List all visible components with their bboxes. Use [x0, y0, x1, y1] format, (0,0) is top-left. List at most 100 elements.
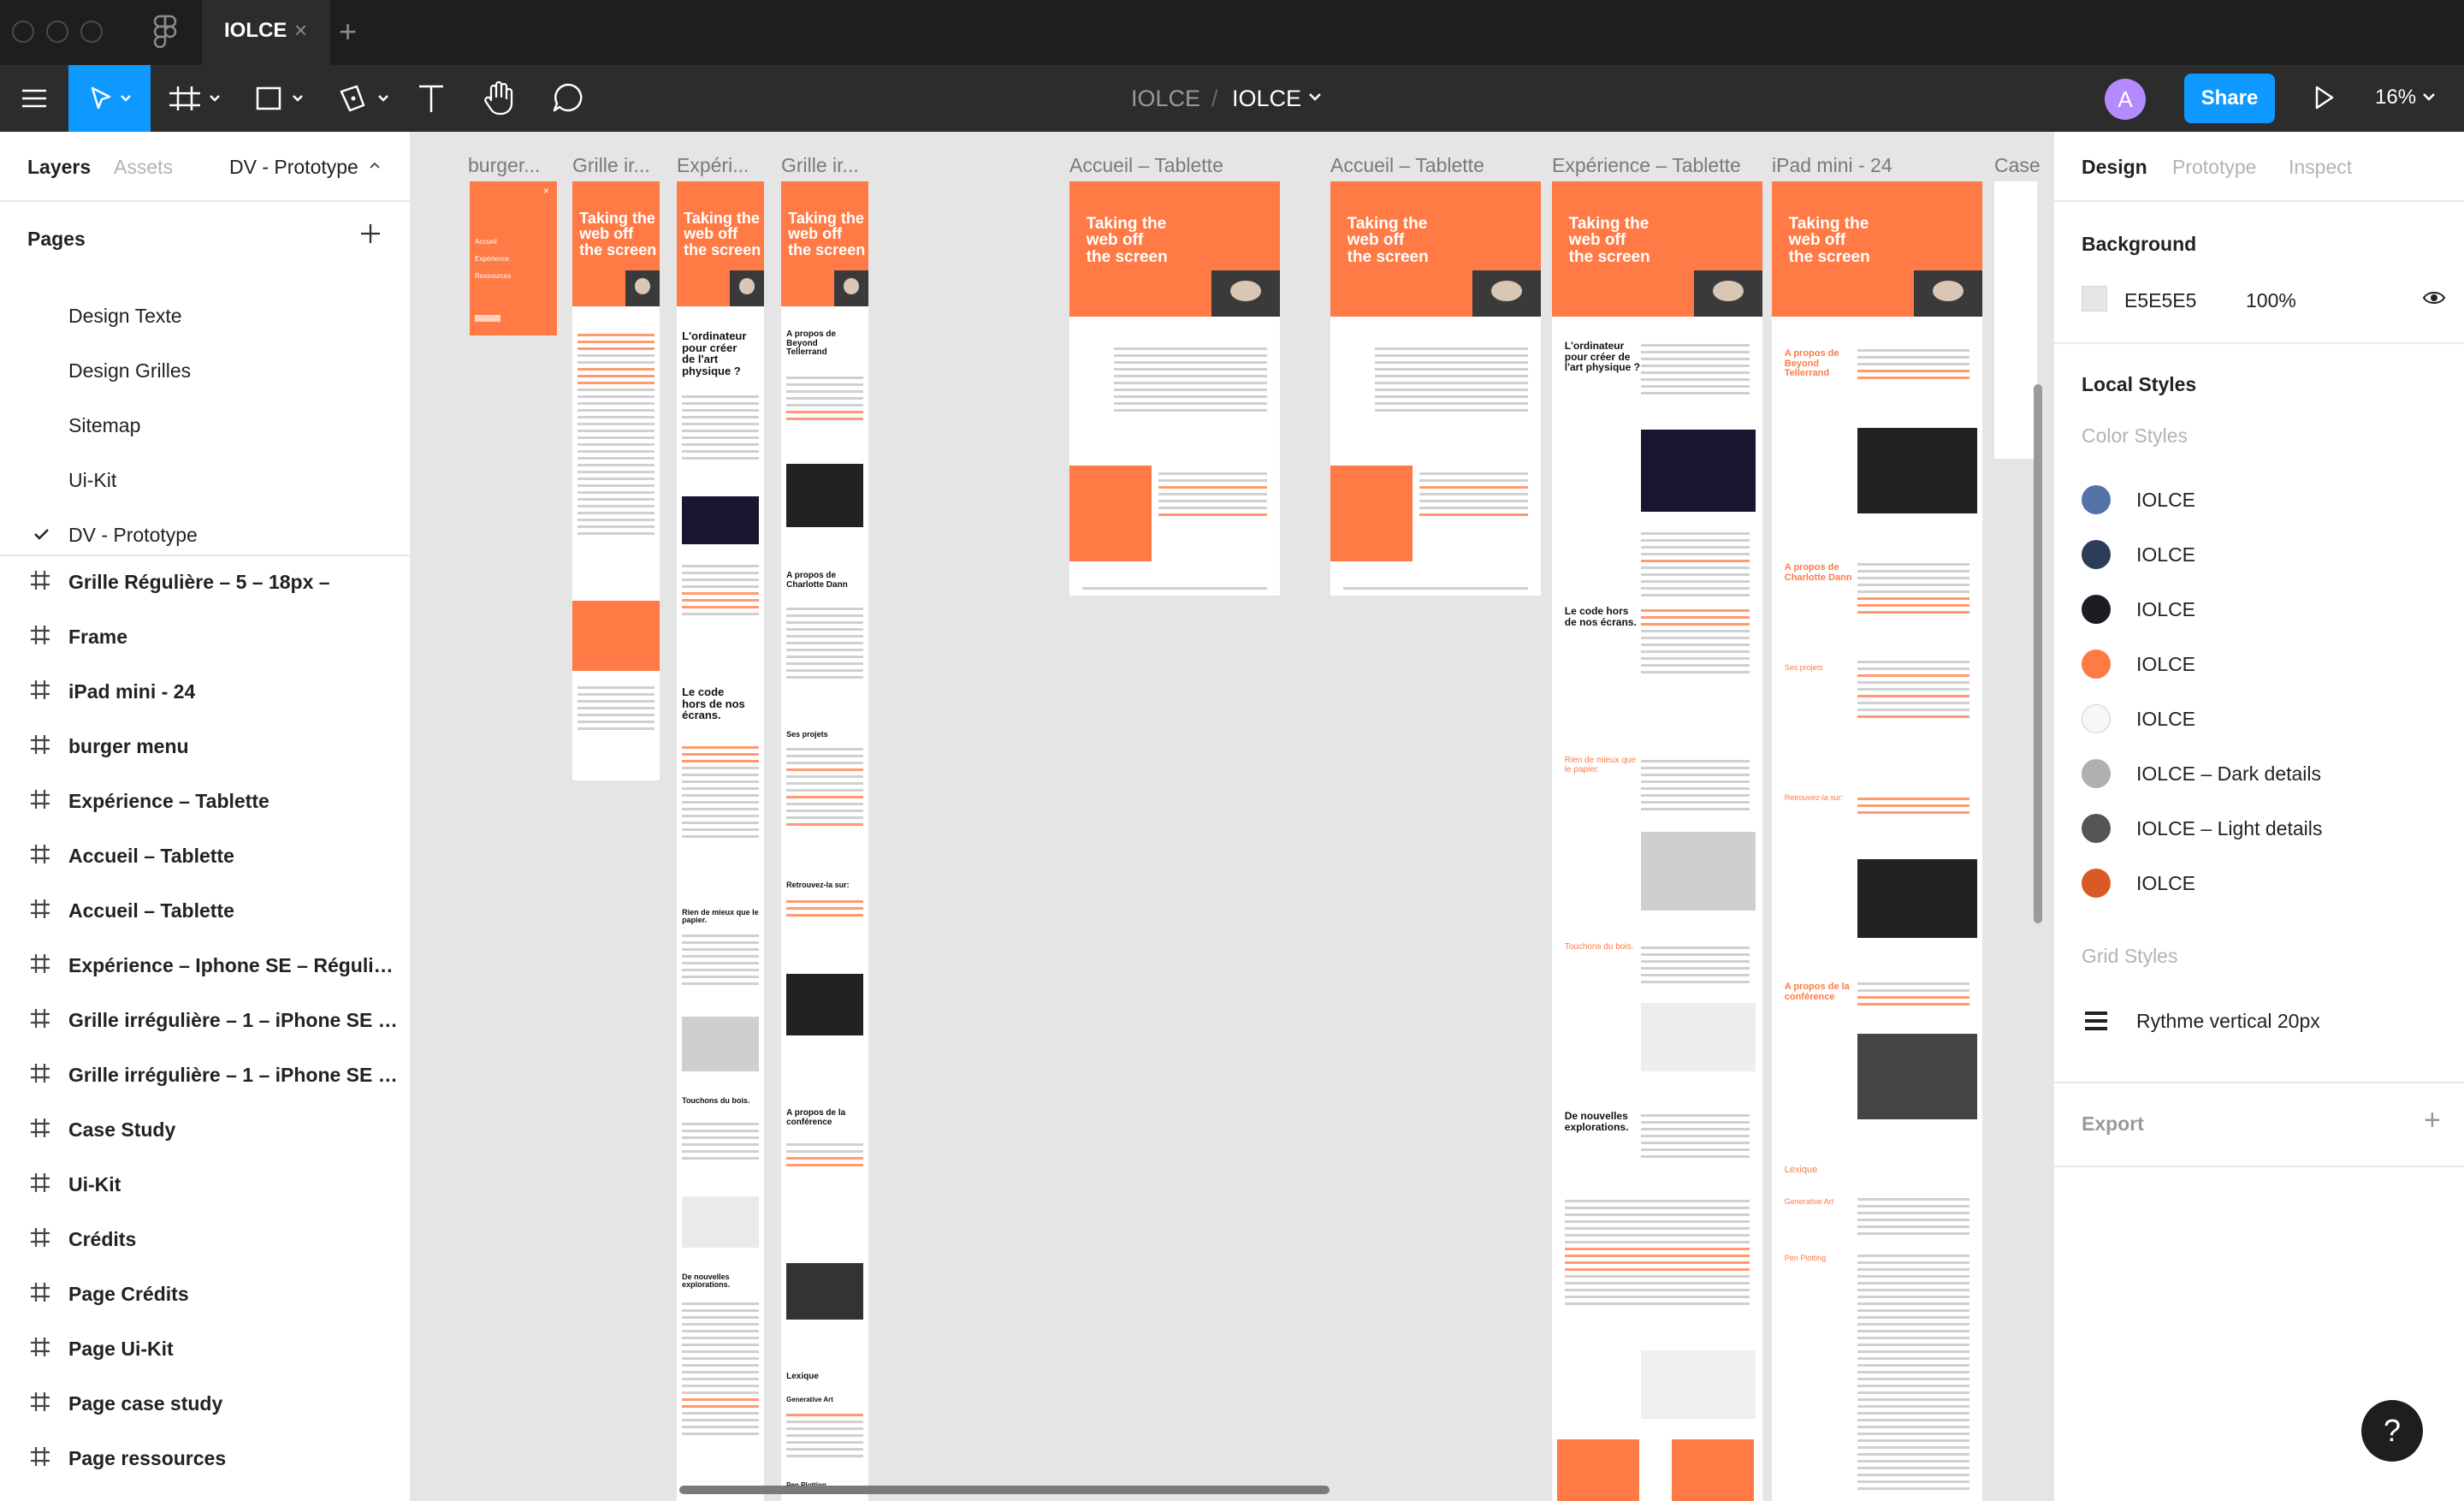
color-style-row[interactable]: IOLCE – Light details	[2054, 803, 2464, 854]
vertical-scrollbar[interactable]	[2034, 384, 2042, 923]
tab-prototype[interactable]: Prototype	[2172, 156, 2256, 179]
frame-experience-iphone[interactable]: Taking the web off the screen L'ordinateur…	[677, 181, 764, 1501]
page-item-ui-kit[interactable]: Ui-Kit	[68, 469, 116, 492]
frame-label-accueil-tablette[interactable]: Accueil – Tablette	[1069, 154, 1275, 177]
color-style-row[interactable]: IOLCE – Dark details	[2054, 748, 2464, 799]
text-icon	[419, 85, 443, 112]
breadcrumb-file-name[interactable]: IOLCE	[1232, 86, 1301, 112]
zoom-menu-chevron-icon[interactable]	[2421, 91, 2437, 107]
grid-style-name[interactable]: Rythme vertical 20px	[2136, 1010, 2320, 1033]
menu-item-experience[interactable]: Expérience	[475, 255, 509, 263]
page-item-sitemap[interactable]: Sitemap	[68, 414, 140, 437]
frame-label-ipad-mini[interactable]: iPad mini - 24	[1772, 154, 1943, 177]
breadcrumb-team[interactable]: IOLCE	[1131, 86, 1200, 112]
color-style-row[interactable]: IOLCE	[2054, 474, 2464, 525]
user-avatar[interactable]: A	[2105, 79, 2146, 120]
minimize-window-button[interactable]	[46, 21, 68, 43]
layer-row[interactable]: Grille irrégulière – 1 – iPhone SE – 1	[0, 994, 410, 1049]
layer-row[interactable]: Page case study	[0, 1378, 410, 1433]
frame-label-burger-menu[interactable]: burger...	[468, 154, 554, 177]
main-menu-button[interactable]	[0, 65, 68, 132]
page-item-dv-prototype[interactable]: DV - Prototype	[68, 524, 198, 547]
layer-row[interactable]: Accueil – Tablette	[0, 830, 410, 885]
close-tab-icon[interactable]: ×	[294, 17, 307, 44]
comment-tool-button[interactable]	[544, 65, 592, 132]
file-tab-label: IOLCE	[224, 19, 287, 42]
zoom-level[interactable]: 16%	[2375, 86, 2416, 110]
horizontal-scrollbar[interactable]	[679, 1486, 1330, 1494]
menu-item-ressources[interactable]: Ressources	[475, 272, 511, 280]
frame-label-accueil-tablette-2[interactable]: Accueil – Tablette	[1330, 154, 1536, 177]
eye-icon[interactable]	[2422, 288, 2446, 312]
heading-lexique: Lexique	[786, 1372, 819, 1381]
background-hex-input[interactable]: E5E5E5	[2124, 289, 2196, 312]
close-window-button[interactable]	[12, 21, 34, 43]
background-opacity-input[interactable]: 100%	[2246, 289, 2296, 312]
layer-row[interactable]: Page personnelle	[0, 1487, 410, 1501]
color-style-row[interactable]: IOLCE	[2054, 638, 2464, 690]
frame-burger-menu[interactable]: × Accueil Expérience Ressources	[470, 181, 557, 335]
present-play-icon[interactable]	[2310, 82, 2337, 117]
tab-inspect[interactable]: Inspect	[2289, 156, 2352, 179]
page-item-design-texte[interactable]: Design Texte	[68, 305, 182, 328]
frame-label-experience-tablette[interactable]: Expérience – Tablette	[1552, 154, 1757, 177]
frame-experience-tablette[interactable]: Taking the web off the screen L'ordinateur…	[1552, 181, 1762, 1501]
tab-design[interactable]: Design	[2082, 156, 2147, 179]
layer-row[interactable]: Expérience – Tablette	[0, 775, 410, 830]
tab-layers[interactable]: Layers	[27, 156, 91, 179]
add-export-icon[interactable]: +	[2424, 1104, 2441, 1137]
frame-case-study[interactable]	[1994, 181, 2037, 459]
file-tab[interactable]: IOLCE ×	[202, 0, 330, 65]
layer-row[interactable]: Page Crédits	[0, 1268, 410, 1323]
share-button[interactable]: Share	[2184, 74, 2275, 123]
layer-row[interactable]: Expérience – Iphone SE – Régulière	[0, 940, 410, 994]
menu-item-accueil[interactable]: Accueil	[475, 238, 497, 246]
hero-title-line: web off	[1788, 231, 1846, 250]
page-item-design-grilles[interactable]: Design Grilles	[68, 359, 191, 383]
zoom-window-button[interactable]	[80, 21, 103, 43]
color-swatch	[2082, 704, 2111, 733]
new-tab-button[interactable]: +	[339, 14, 357, 50]
layer-row[interactable]: Grille Régulière – 5 – 18px –	[0, 556, 410, 611]
frame-tool-button[interactable]	[163, 65, 229, 132]
frame-accueil-tablette-1[interactable]: Taking the web off the screen	[1069, 181, 1280, 596]
move-tool-button[interactable]	[68, 65, 151, 132]
layer-row[interactable]: Accueil – Tablette	[0, 885, 410, 940]
help-button[interactable]: ?	[2361, 1400, 2423, 1462]
layer-row[interactable]: Grille irrégulière – 1 – iPhone SE – 2	[0, 1049, 410, 1104]
frame-label-grille-irreguliere-2[interactable]: Grille ir...	[781, 154, 867, 177]
frame-label-case-study[interactable]: Case S	[1994, 154, 2046, 177]
frame-grille-irreguliere-1[interactable]: Taking the web off the screen	[572, 181, 660, 780]
menu-button[interactable]	[475, 315, 500, 322]
color-style-row[interactable]: IOLCE	[2054, 857, 2464, 909]
figma-logo-icon[interactable]	[151, 14, 180, 51]
frame-label-experience[interactable]: Expéri...	[677, 154, 762, 177]
layer-row[interactable]: Case Study	[0, 1104, 410, 1159]
chevron-up-icon[interactable]	[368, 159, 382, 175]
hand-tool-button[interactable]	[476, 65, 524, 132]
layer-row[interactable]: Page Ui-Kit	[0, 1323, 410, 1378]
layer-row[interactable]: burger menu	[0, 721, 410, 775]
frame-ipad-mini[interactable]: Taking the web off the screen A propos de …	[1772, 181, 1982, 1501]
canvas[interactable]: burger... Grille ir... Expéri... Grille …	[412, 132, 2052, 1501]
add-page-icon[interactable]	[358, 221, 383, 251]
frame-label-grille-irreguliere[interactable]: Grille ir...	[572, 154, 658, 177]
file-menu-chevron-icon[interactable]	[1307, 91, 1323, 107]
layer-row[interactable]: Crédits	[0, 1213, 410, 1268]
color-style-row[interactable]: IOLCE	[2054, 584, 2464, 635]
text-tool-button[interactable]	[407, 65, 455, 132]
tab-assets[interactable]: Assets	[114, 156, 173, 179]
layer-row[interactable]: Frame	[0, 611, 410, 666]
background-color-swatch[interactable]	[2082, 286, 2107, 311]
frame-grille-irreguliere-2[interactable]: Taking the web off the screen A propos de …	[781, 181, 868, 1501]
layer-row[interactable]: Ui-Kit	[0, 1159, 410, 1213]
layer-row[interactable]: Page ressources	[0, 1433, 410, 1487]
color-style-row[interactable]: IOLCE	[2054, 693, 2464, 745]
page-selector[interactable]: DV - Prototype	[229, 156, 358, 179]
layer-row[interactable]: iPad mini - 24	[0, 666, 410, 721]
frame-accueil-tablette-2[interactable]: Taking the web off the screen	[1330, 181, 1541, 596]
heading-computer-art: L'ordinateur pour créer de l'art physiqu…	[1564, 340, 1640, 374]
pen-tool-button[interactable]	[330, 65, 399, 132]
color-style-row[interactable]: IOLCE	[2054, 529, 2464, 580]
shape-tool-button[interactable]	[246, 65, 315, 132]
